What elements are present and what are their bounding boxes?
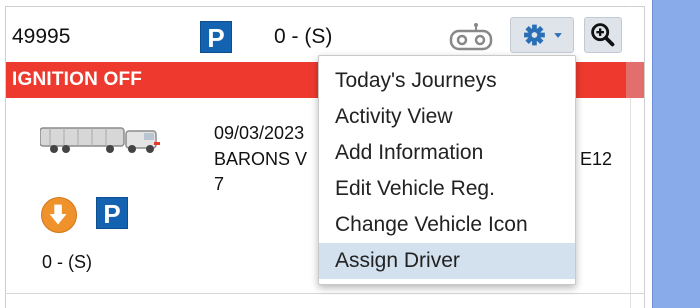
menu-item-activity-view[interactable]: Activity View [319, 99, 575, 135]
gear-icon [524, 24, 562, 46]
vehicle-status: 0 - (S) [274, 25, 333, 48]
menu-item-add-information[interactable]: Add Information [319, 135, 575, 171]
parked-icon: P [200, 21, 232, 53]
menu-item-change-vehicle-icon[interactable]: Change Vehicle Icon [319, 207, 575, 243]
truck-icon [40, 127, 160, 153]
settings-dropdown-button[interactable] [510, 17, 574, 53]
location-text-line2: 7 [214, 174, 225, 194]
ignition-bar-end [626, 62, 644, 98]
right-side-panel [652, 0, 700, 308]
vehicle-status-lower: 0 - (S) [42, 252, 93, 272]
caret-down-icon [554, 33, 562, 38]
menu-item-assign-driver[interactable]: Assign Driver [319, 243, 575, 279]
zoom-in-icon [591, 23, 615, 47]
parked-icon-small: P [96, 197, 128, 229]
menu-item-todays-journeys[interactable]: Today's Journeys [319, 63, 575, 99]
menu-item-edit-vehicle-reg[interactable]: Edit Vehicle Reg. [319, 171, 575, 207]
arrow-down-icon [41, 197, 77, 233]
settings-dropdown-menu: Today's Journeys Activity View Add Infor… [318, 55, 576, 285]
vehicle-id: 49995 [12, 25, 71, 48]
last-update-time: 09/03/2023 [214, 123, 305, 143]
ignition-status-text: IGNITION OFF [12, 69, 143, 90]
zoom-button[interactable] [584, 17, 622, 53]
card-bottom-divider [5, 293, 645, 294]
tracker-icon[interactable] [449, 22, 493, 52]
location-text: BARONS V [214, 149, 308, 169]
location-text-tail: E12 [580, 149, 613, 169]
